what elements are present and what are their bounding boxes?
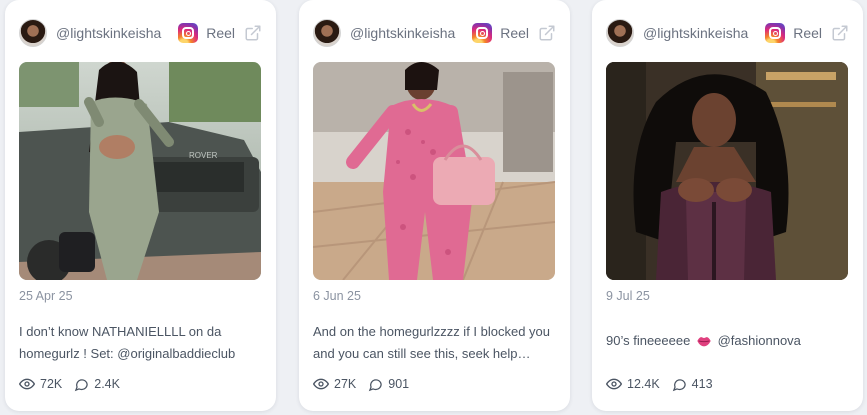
views-stat: 27K — [313, 376, 356, 392]
avatar[interactable] — [313, 19, 341, 47]
caption-mention[interactable]: @fashionnova — [718, 333, 801, 348]
instagram-icon — [472, 23, 493, 43]
comment-icon — [672, 378, 686, 391]
eye-icon — [606, 378, 622, 390]
post-type-label: Reel — [793, 25, 822, 41]
post-thumbnail[interactable]: ROVER — [19, 62, 261, 280]
eye-icon — [313, 378, 329, 390]
post-stats: 72K 2.4K — [19, 376, 132, 392]
views-stat: 72K — [19, 376, 62, 392]
post-card[interactable]: @lightskinkeisha Reel ROVER 25 Apr 25 I … — [5, 0, 276, 411]
post-date: 25 Apr 25 — [19, 289, 73, 303]
card-header: @lightskinkeisha Reel — [606, 17, 849, 49]
views-count: 27K — [334, 377, 357, 391]
comment-icon — [75, 378, 89, 391]
external-link-icon[interactable] — [831, 24, 849, 42]
account-handle[interactable]: @lightskinkeisha — [643, 25, 765, 41]
post-date: 9 Jul 25 — [606, 289, 650, 303]
comments-count: 413 — [691, 377, 713, 391]
lips-emoji — [697, 337, 711, 347]
post-type-label: Reel — [206, 25, 235, 41]
svg-text:ROVER: ROVER — [189, 151, 218, 160]
views-count: 72K — [40, 377, 63, 391]
instagram-icon — [178, 23, 199, 43]
comments-stat: 413 — [672, 377, 713, 392]
views-count: 12.4K — [627, 377, 660, 391]
comment-icon — [369, 378, 383, 391]
avatar[interactable] — [606, 19, 634, 47]
avatar[interactable] — [19, 19, 47, 47]
post-thumbnail[interactable] — [313, 62, 555, 280]
post-type-label: Reel — [500, 25, 529, 41]
account-handle[interactable]: @lightskinkeisha — [350, 25, 472, 41]
card-header: @lightskinkeisha Reel — [19, 17, 262, 49]
comments-stat: 901 — [368, 377, 409, 392]
post-stats: 12.4K 413 — [606, 376, 725, 392]
post-thumbnail[interactable] — [606, 62, 848, 280]
post-date: 6 Jun 25 — [313, 289, 361, 303]
eye-icon — [19, 378, 35, 390]
views-stat: 12.4K — [606, 376, 660, 392]
comments-count: 2.4K — [94, 377, 120, 391]
post-stats: 27K 901 — [313, 376, 421, 392]
card-header: @lightskinkeisha Reel — [313, 17, 556, 49]
caption-text: 90’s fineeeeee — [606, 333, 691, 348]
comments-count: 901 — [388, 377, 410, 391]
comments-stat: 2.4K — [74, 377, 120, 392]
post-card[interactable]: @lightskinkeisha Reel 9 Jul 25 90’s fine… — [592, 0, 863, 411]
post-caption: 90’s fineeeeee @fashionnova — [606, 330, 849, 352]
account-handle[interactable]: @lightskinkeisha — [56, 25, 178, 41]
external-link-icon[interactable] — [244, 24, 262, 42]
external-link-icon[interactable] — [538, 24, 556, 42]
post-caption: And on the homegurlzzzz if I blocked you… — [313, 324, 551, 361]
post-card[interactable]: @lightskinkeisha Reel 6 Jun 25 And on th… — [299, 0, 570, 411]
instagram-icon — [765, 23, 786, 43]
post-caption: I don’t know NATHANIELLLL on da homegurl… — [19, 324, 236, 361]
